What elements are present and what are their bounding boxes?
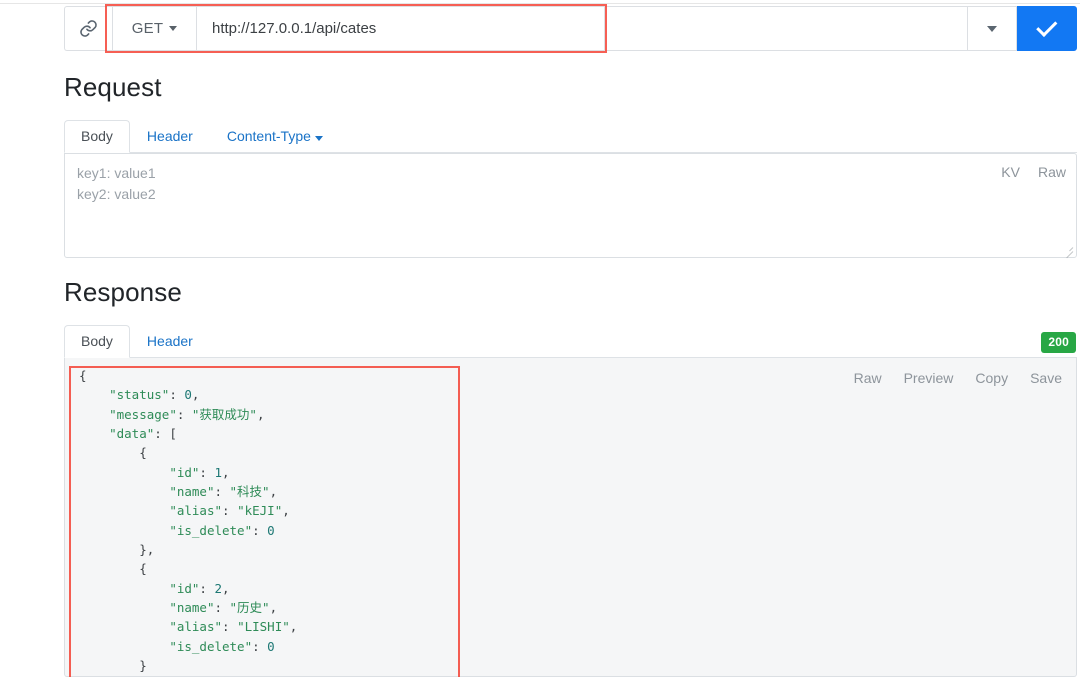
url-input[interactable] <box>210 7 604 50</box>
api-debug-page: GET Request Body Header Content-Type key… <box>0 0 1080 677</box>
check-icon <box>1035 15 1057 37</box>
tab-request-header-label: Header <box>146 128 193 144</box>
request-body-placeholder: key1: value1 key2: value2 <box>77 165 156 202</box>
http-method-label: GET <box>131 20 164 37</box>
request-view-mode-toggle: KV Raw <box>1001 164 1066 180</box>
url-input-extension[interactable] <box>604 6 967 51</box>
url-bar: GET <box>64 6 1077 51</box>
tab-request-content-type[interactable]: Content-Type <box>210 120 340 153</box>
link-icon-button[interactable] <box>64 6 112 51</box>
view-mode-raw[interactable]: Raw <box>1038 164 1066 180</box>
url-input-wrapper[interactable] <box>196 6 604 51</box>
tab-request-body-label: Body <box>81 128 113 144</box>
tab-request-content-type-label: Content-Type <box>226 128 311 144</box>
tab-request-header[interactable]: Header <box>130 120 210 153</box>
chevron-down-icon <box>314 136 323 141</box>
tab-response-body[interactable]: Body <box>64 325 130 358</box>
chevron-down-icon <box>169 26 178 31</box>
url-history-dropdown[interactable] <box>967 6 1017 51</box>
view-mode-kv[interactable]: KV <box>1001 164 1020 180</box>
tab-response-body-label: Body <box>81 333 113 349</box>
top-divider <box>0 3 1080 4</box>
response-actions: Raw Preview Copy Save <box>854 370 1062 386</box>
tab-request-body[interactable]: Body <box>64 120 130 153</box>
response-action-raw[interactable]: Raw <box>854 370 882 386</box>
response-body-panel: Raw Preview Copy Save { "status": 0, "me… <box>64 358 1077 677</box>
tab-response-header-label: Header <box>146 333 193 349</box>
response-action-copy[interactable]: Copy <box>975 370 1008 386</box>
tab-response-header[interactable]: Header <box>130 325 210 358</box>
http-method-selector[interactable]: GET <box>112 6 196 51</box>
resize-handle[interactable] <box>1062 243 1074 259</box>
response-action-preview[interactable]: Preview <box>904 370 954 386</box>
chevron-down-icon <box>987 25 997 32</box>
response-section-title: Response <box>64 277 182 307</box>
response-json-viewer: { "status": 0, "message": "获取成功", "data"… <box>79 368 298 674</box>
request-body-panel[interactable]: key1: value1 key2: value2 KV Raw <box>64 153 1077 259</box>
link-chain-icon <box>80 20 97 37</box>
request-tab-strip: Body Header Content-Type <box>64 120 1077 153</box>
send-request-button[interactable] <box>1017 6 1077 51</box>
request-section-title: Request <box>64 72 162 102</box>
response-action-save[interactable]: Save <box>1030 370 1062 386</box>
status-badge: 200 <box>1041 332 1076 353</box>
response-tab-strip: Body Header 200 <box>64 325 1077 358</box>
